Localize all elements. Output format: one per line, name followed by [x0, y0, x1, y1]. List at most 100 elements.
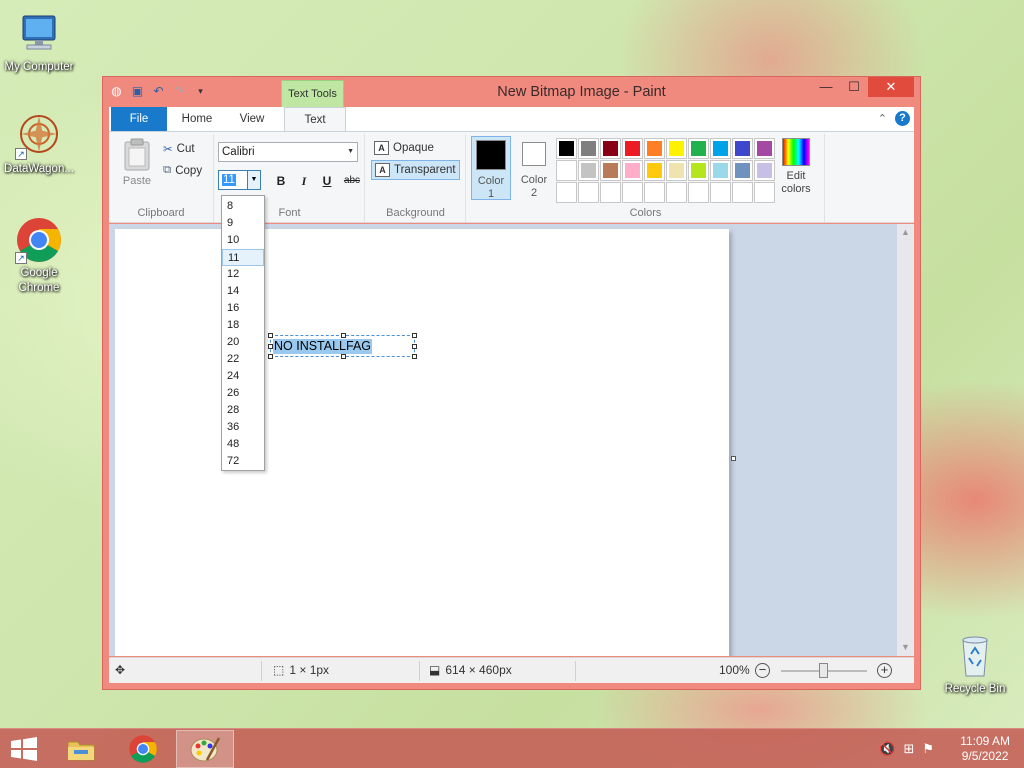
zoom-slider-thumb[interactable] [819, 663, 828, 678]
palette-color-swatch[interactable] [710, 160, 731, 181]
font-size-option[interactable]: 9 [222, 215, 264, 232]
start-button[interactable] [10, 737, 38, 764]
resize-handle[interactable] [341, 354, 346, 359]
font-size-option[interactable]: 26 [222, 385, 264, 402]
palette-color-swatch[interactable] [688, 160, 709, 181]
italic-button[interactable]: I [295, 172, 313, 190]
close-button[interactable]: ✕ [868, 77, 914, 97]
clock[interactable]: 11:09 AM 9/5/2022 [960, 734, 1010, 764]
palette-color-swatch[interactable] [644, 160, 665, 181]
palette-color-swatch[interactable] [556, 160, 577, 181]
font-family-select[interactable]: Calibri ▼ [218, 142, 358, 162]
palette-empty-swatch[interactable] [644, 182, 665, 203]
font-size-option[interactable]: 24 [222, 368, 264, 385]
palette-color-swatch[interactable] [710, 138, 731, 159]
bold-button[interactable]: B [272, 172, 290, 190]
chevron-down-icon[interactable]: ▼ [247, 171, 260, 189]
transparent-option[interactable]: A Transparent [371, 160, 460, 180]
palette-color-swatch[interactable] [754, 160, 775, 181]
desktop-icon-recycle-bin[interactable]: Recycle Bin [936, 632, 1014, 697]
palette-empty-swatch[interactable] [578, 182, 599, 203]
font-size-option[interactable]: 36 [222, 419, 264, 436]
drawing-canvas[interactable]: NO INSTALLFAG [115, 229, 729, 656]
palette-empty-swatch[interactable] [754, 182, 775, 203]
font-size-option[interactable]: 20 [222, 334, 264, 351]
palette-empty-swatch[interactable] [688, 182, 709, 203]
copy-button[interactable]: ⧉ Copy [163, 164, 202, 177]
palette-color-swatch[interactable] [622, 160, 643, 181]
volume-muted-icon[interactable]: 🔇 [879, 741, 895, 757]
palette-empty-swatch[interactable] [732, 182, 753, 203]
font-size-option[interactable]: 22 [222, 351, 264, 368]
resize-handle[interactable] [412, 354, 417, 359]
scroll-up-icon[interactable]: ▲ [897, 224, 914, 241]
help-icon[interactable]: ? [895, 111, 910, 126]
font-size-option[interactable]: 8 [222, 198, 264, 215]
font-size-option[interactable]: 16 [222, 300, 264, 317]
network-icon[interactable]: ⊞ [903, 741, 914, 757]
taskbar-paint[interactable] [176, 730, 234, 768]
cut-button[interactable]: ✂ Cut [163, 142, 195, 156]
resize-handle[interactable] [341, 333, 346, 338]
tab-file[interactable]: File [111, 107, 167, 131]
resize-handle[interactable] [268, 354, 273, 359]
font-size-option[interactable]: 12 [222, 266, 264, 283]
palette-color-swatch[interactable] [556, 138, 577, 159]
palette-empty-swatch[interactable] [710, 182, 731, 203]
font-size-option[interactable]: 28 [222, 402, 264, 419]
taskbar-file-explorer[interactable] [52, 730, 110, 768]
tab-text[interactable]: Text [284, 107, 346, 132]
font-size-option[interactable]: 72 [222, 453, 264, 470]
font-size-option[interactable]: 14 [222, 283, 264, 300]
canvas-text[interactable]: NO INSTALLFAG [273, 339, 373, 354]
palette-empty-swatch[interactable] [666, 182, 687, 203]
resize-handle[interactable] [268, 344, 273, 349]
title-bar[interactable]: ◍ ▣ ↶ ↷ ▾ Text Tools New Bitmap Image - … [103, 77, 920, 107]
desktop-icon-datawagon[interactable]: ↗ DataWagon... [0, 112, 78, 177]
opaque-option[interactable]: A Opaque [371, 138, 437, 158]
palette-empty-swatch[interactable] [600, 182, 621, 203]
palette-color-swatch[interactable] [666, 138, 687, 159]
font-size-select[interactable]: 11 ▼ [218, 170, 261, 190]
palette-color-swatch[interactable] [578, 138, 599, 159]
minimize-ribbon-icon[interactable]: ⌃ [878, 112, 887, 125]
taskbar-chrome[interactable] [114, 730, 172, 768]
palette-color-swatch[interactable] [600, 138, 621, 159]
palette-empty-swatch[interactable] [556, 182, 577, 203]
resize-handle[interactable] [268, 333, 273, 338]
color2-button[interactable]: Color 2 [514, 136, 554, 200]
tab-home[interactable]: Home [171, 107, 223, 131]
font-size-option[interactable]: 10 [222, 232, 264, 249]
vertical-scrollbar[interactable]: ▲ ▼ [897, 224, 914, 656]
zoom-in-button[interactable]: + [877, 663, 892, 678]
palette-color-swatch[interactable] [666, 160, 687, 181]
paste-button[interactable]: Paste [117, 138, 157, 187]
scroll-down-icon[interactable]: ▼ [897, 639, 914, 656]
palette-color-swatch[interactable] [578, 160, 599, 181]
font-size-option[interactable]: 48 [222, 436, 264, 453]
palette-empty-swatch[interactable] [622, 182, 643, 203]
action-center-icon[interactable]: ⚑ [922, 741, 934, 757]
text-box[interactable]: NO INSTALLFAG [268, 333, 417, 359]
strikethrough-button[interactable]: abc [341, 172, 363, 190]
tab-view[interactable]: View [227, 107, 277, 131]
desktop-icon-my-computer[interactable]: My Computer [0, 10, 78, 75]
desktop-icon-google-chrome[interactable]: ↗ Google Chrome [0, 216, 78, 296]
palette-color-swatch[interactable] [754, 138, 775, 159]
palette-color-swatch[interactable] [732, 138, 753, 159]
palette-color-swatch[interactable] [688, 138, 709, 159]
underline-button[interactable]: U [318, 172, 336, 190]
font-size-option[interactable]: 18 [222, 317, 264, 334]
zoom-out-button[interactable]: − [755, 663, 770, 678]
canvas-resize-handle[interactable] [731, 456, 736, 461]
color1-button[interactable]: Color 1 [471, 136, 511, 200]
resize-handle[interactable] [412, 333, 417, 338]
palette-color-swatch[interactable] [644, 138, 665, 159]
font-size-option[interactable]: 11 [222, 249, 264, 266]
maximize-button[interactable]: ☐ [840, 77, 868, 97]
palette-color-swatch[interactable] [600, 160, 621, 181]
minimize-button[interactable]: — [812, 77, 840, 97]
resize-handle[interactable] [412, 344, 417, 349]
palette-color-swatch[interactable] [732, 160, 753, 181]
edit-colors-button[interactable]: Edit colors [775, 136, 817, 196]
